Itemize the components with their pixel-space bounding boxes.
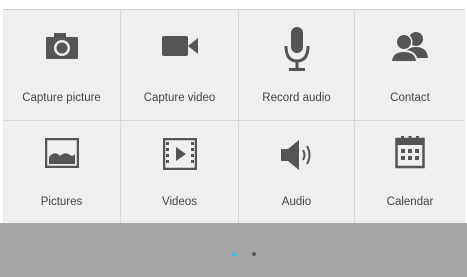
audio-label: Audio xyxy=(281,196,312,208)
pager-bar xyxy=(0,223,467,277)
pictures-label: Pictures xyxy=(40,196,83,208)
videos-label: Videos xyxy=(162,196,197,208)
capture-picture-label: Capture picture xyxy=(22,92,101,104)
contacts-icon xyxy=(390,32,428,62)
camera-icon xyxy=(45,33,78,59)
capture-video-tile[interactable]: Capture video xyxy=(121,10,239,121)
picture-icon xyxy=(44,138,79,168)
video-file-icon xyxy=(162,138,197,170)
record-audio-tile[interactable]: Record audio xyxy=(239,10,355,121)
microphone-icon xyxy=(284,27,309,71)
record-audio-label: Record audio xyxy=(262,92,331,104)
calendar-icon xyxy=(395,136,425,169)
capture-video-label: Capture video xyxy=(143,92,216,104)
media-picker-sheet: Capture picture Capture video Record aud… xyxy=(0,0,467,277)
videos-tile[interactable]: Videos xyxy=(121,121,239,224)
contact-tile[interactable]: Contact xyxy=(355,10,465,121)
calendar-label: Calendar xyxy=(386,196,434,208)
contact-label: Contact xyxy=(390,92,430,104)
page-indicator-inactive[interactable] xyxy=(252,252,256,256)
capture-picture-tile[interactable]: Capture picture xyxy=(3,10,121,121)
page-indicator-active[interactable] xyxy=(232,253,237,256)
action-grid: Capture picture Capture video Record aud… xyxy=(3,9,465,224)
audio-tile[interactable]: Audio xyxy=(239,121,355,224)
video-camera-icon xyxy=(161,36,198,56)
calendar-tile[interactable]: Calendar xyxy=(355,121,465,224)
speaker-icon xyxy=(280,140,310,170)
pictures-tile[interactable]: Pictures xyxy=(3,121,121,224)
